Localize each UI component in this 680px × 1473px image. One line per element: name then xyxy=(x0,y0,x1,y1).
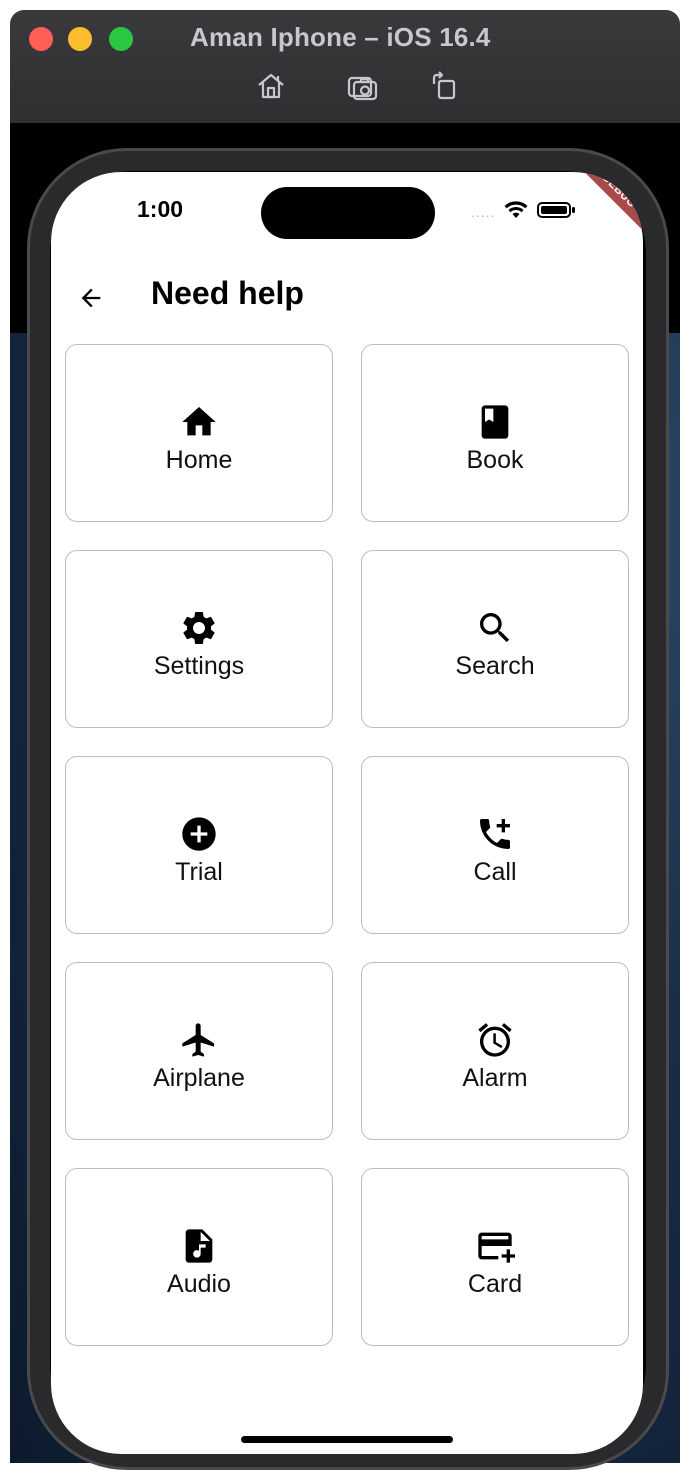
book-icon xyxy=(473,400,517,444)
add-circle-icon xyxy=(177,812,221,856)
audio-file-icon xyxy=(177,1224,221,1268)
card-label: Call xyxy=(473,857,517,886)
card-label: Alarm xyxy=(462,1063,528,1092)
battery-icon xyxy=(537,200,577,225)
card-label: Book xyxy=(466,445,524,474)
card-call[interactable]: Call xyxy=(361,756,629,934)
card-audio[interactable]: Audio xyxy=(65,1168,333,1346)
arrow-back-icon xyxy=(81,288,101,308)
search-icon xyxy=(473,606,517,650)
card-settings[interactable]: Settings xyxy=(65,550,333,728)
help-topics-grid: Home Book Settings Search Trial Call Air… xyxy=(65,344,631,1346)
simulator-titlebar: Aman Iphone – iOS 16.4 xyxy=(10,10,680,123)
card-label: Card xyxy=(467,1269,523,1298)
close-window-button[interactable] xyxy=(29,27,53,51)
airplane-icon xyxy=(177,1018,221,1062)
home-icon[interactable] xyxy=(255,70,287,102)
card-card[interactable]: Card xyxy=(361,1168,629,1346)
card-home[interactable]: Home xyxy=(65,344,333,522)
window-title: Aman Iphone – iOS 16.4 xyxy=(190,22,491,52)
home-icon xyxy=(177,400,221,444)
card-label: Airplane xyxy=(153,1063,245,1092)
add-card-icon xyxy=(473,1224,517,1268)
add-call-icon xyxy=(473,812,517,856)
zoom-window-button[interactable] xyxy=(109,27,133,51)
app-screen: 1:00 ..... DEBUG Need help Home Book Set… xyxy=(51,172,643,1454)
card-label: Search xyxy=(455,651,535,680)
home-indicator[interactable] xyxy=(241,1436,453,1443)
card-trial[interactable]: Trial xyxy=(65,756,333,934)
minimize-window-button[interactable] xyxy=(68,27,92,51)
simulator-window: Aman Iphone – iOS 16.4 1:00 ..... DEBUG … xyxy=(0,0,680,1473)
rotate-icon[interactable] xyxy=(428,70,460,102)
dynamic-island xyxy=(261,187,435,239)
screenshot-icon[interactable] xyxy=(346,70,378,102)
app-bar: Need help xyxy=(51,272,643,332)
card-label: Home xyxy=(165,445,233,474)
page-title: Need help xyxy=(151,275,304,311)
status-indicators: ..... xyxy=(471,200,577,224)
back-button[interactable] xyxy=(73,280,109,316)
card-label: Audio xyxy=(167,1269,231,1298)
card-label: Trial xyxy=(175,857,223,886)
settings-icon xyxy=(177,606,221,650)
card-search[interactable]: Search xyxy=(361,550,629,728)
card-label: Settings xyxy=(153,651,245,680)
card-airplane[interactable]: Airplane xyxy=(65,962,333,1140)
wifi-icon xyxy=(503,200,529,225)
status-time: 1:00 xyxy=(137,196,184,222)
card-alarm[interactable]: Alarm xyxy=(361,962,629,1140)
alarm-icon xyxy=(473,1018,517,1062)
signal-dots: ..... xyxy=(471,204,496,220)
card-book[interactable]: Book xyxy=(361,344,629,522)
